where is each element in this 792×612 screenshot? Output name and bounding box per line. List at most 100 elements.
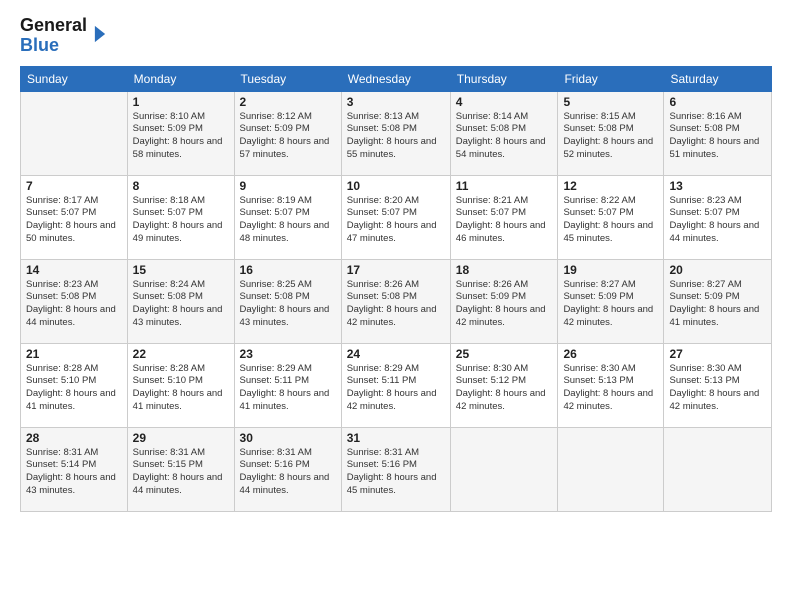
logo: General Blue — [20, 16, 111, 56]
day-number: 11 — [456, 179, 553, 193]
calendar-table: SundayMondayTuesdayWednesdayThursdayFrid… — [20, 66, 772, 512]
day-info: Sunrise: 8:28 AMSunset: 5:10 PMDaylight:… — [133, 363, 229, 414]
day-info: Sunrise: 8:30 AMSunset: 5:12 PMDaylight:… — [456, 363, 553, 414]
day-info: Sunrise: 8:30 AMSunset: 5:13 PMDaylight:… — [669, 363, 766, 414]
day-number: 3 — [347, 95, 445, 109]
day-info: Sunrise: 8:31 AMSunset: 5:16 PMDaylight:… — [347, 447, 445, 498]
weekday-header-saturday: Saturday — [664, 66, 772, 91]
calendar-cell: 13 Sunrise: 8:23 AMSunset: 5:07 PMDayligh… — [664, 175, 772, 259]
logo-blue: Blue — [20, 36, 87, 56]
day-number: 5 — [563, 95, 658, 109]
logo-general: General — [20, 16, 87, 36]
day-info: Sunrise: 8:12 AMSunset: 5:09 PMDaylight:… — [240, 111, 336, 162]
page-container: General Blue SundayMondayTuesdayWednesda… — [0, 0, 792, 612]
calendar-cell: 22 Sunrise: 8:28 AMSunset: 5:10 PMDayligh… — [127, 343, 234, 427]
week-row-2: 7Sunrise: 8:17 AMSunset: 5:07 PMDaylight… — [21, 175, 772, 259]
weekday-header-thursday: Thursday — [450, 66, 558, 91]
day-number: 8 — [133, 179, 229, 193]
calendar-cell: 23 Sunrise: 8:29 AMSunset: 5:11 PMDayligh… — [234, 343, 341, 427]
calendar-cell: 25 Sunrise: 8:30 AMSunset: 5:12 PMDayligh… — [450, 343, 558, 427]
calendar-cell — [558, 427, 664, 511]
calendar-cell: 17 Sunrise: 8:26 AMSunset: 5:08 PMDayligh… — [341, 259, 450, 343]
day-number: 13 — [669, 179, 766, 193]
day-number: 12 — [563, 179, 658, 193]
day-info: Sunrise: 8:16 AMSunset: 5:08 PMDaylight:… — [669, 111, 766, 162]
day-number: 18 — [456, 263, 553, 277]
day-info: Sunrise: 8:31 AMSunset: 5:15 PMDaylight:… — [133, 447, 229, 498]
week-row-3: 14Sunrise: 8:23 AMSunset: 5:08 PMDayligh… — [21, 259, 772, 343]
week-row-4: 21Sunrise: 8:28 AMSunset: 5:10 PMDayligh… — [21, 343, 772, 427]
day-number: 25 — [456, 347, 553, 361]
day-number: 2 — [240, 95, 336, 109]
weekday-header-friday: Friday — [558, 66, 664, 91]
calendar-cell: 30Sunrise: 8:31 AMSunset: 5:16 PMDayligh… — [234, 427, 341, 511]
day-info: Sunrise: 8:20 AMSunset: 5:07 PMDaylight:… — [347, 195, 445, 246]
calendar-cell: 16Sunrise: 8:25 AMSunset: 5:08 PMDayligh… — [234, 259, 341, 343]
day-info: Sunrise: 8:26 AMSunset: 5:09 PMDaylight:… — [456, 279, 553, 330]
calendar-cell: 11 Sunrise: 8:21 AMSunset: 5:07 PMDayligh… — [450, 175, 558, 259]
day-number: 27 — [669, 347, 766, 361]
header: General Blue — [20, 16, 772, 56]
day-info: Sunrise: 8:25 AMSunset: 5:08 PMDaylight:… — [240, 279, 336, 330]
day-number: 10 — [347, 179, 445, 193]
calendar-cell: 21Sunrise: 8:28 AMSunset: 5:10 PMDayligh… — [21, 343, 128, 427]
day-number: 1 — [133, 95, 229, 109]
day-number: 4 — [456, 95, 553, 109]
calendar-cell: 26 Sunrise: 8:30 AMSunset: 5:13 PMDayligh… — [558, 343, 664, 427]
logo-icon — [89, 23, 111, 45]
calendar-cell: 12 Sunrise: 8:22 AMSunset: 5:07 PMDayligh… — [558, 175, 664, 259]
calendar-cell: 2 Sunrise: 8:12 AMSunset: 5:09 PMDaylight… — [234, 91, 341, 175]
day-number: 24 — [347, 347, 445, 361]
day-number: 26 — [563, 347, 658, 361]
calendar-cell: 15 Sunrise: 8:24 AMSunset: 5:08 PMDayligh… — [127, 259, 234, 343]
weekday-header-wednesday: Wednesday — [341, 66, 450, 91]
day-info: Sunrise: 8:28 AMSunset: 5:10 PMDaylight:… — [26, 363, 122, 414]
calendar-cell: 29 Sunrise: 8:31 AMSunset: 5:15 PMDayligh… — [127, 427, 234, 511]
weekday-header-monday: Monday — [127, 66, 234, 91]
day-info: Sunrise: 8:17 AMSunset: 5:07 PMDaylight:… — [26, 195, 122, 246]
week-row-5: 28Sunrise: 8:31 AMSunset: 5:14 PMDayligh… — [21, 427, 772, 511]
calendar-cell: 28Sunrise: 8:31 AMSunset: 5:14 PMDayligh… — [21, 427, 128, 511]
day-number: 29 — [133, 431, 229, 445]
calendar-cell — [21, 91, 128, 175]
calendar-cell: 3Sunrise: 8:13 AMSunset: 5:08 PMDaylight… — [341, 91, 450, 175]
day-number: 15 — [133, 263, 229, 277]
day-number: 22 — [133, 347, 229, 361]
day-info: Sunrise: 8:15 AMSunset: 5:08 PMDaylight:… — [563, 111, 658, 162]
day-info: Sunrise: 8:23 AMSunset: 5:07 PMDaylight:… — [669, 195, 766, 246]
calendar-cell: 14Sunrise: 8:23 AMSunset: 5:08 PMDayligh… — [21, 259, 128, 343]
day-info: Sunrise: 8:23 AMSunset: 5:08 PMDaylight:… — [26, 279, 122, 330]
day-info: Sunrise: 8:27 AMSunset: 5:09 PMDaylight:… — [563, 279, 658, 330]
day-info: Sunrise: 8:30 AMSunset: 5:13 PMDaylight:… — [563, 363, 658, 414]
day-info: Sunrise: 8:26 AMSunset: 5:08 PMDaylight:… — [347, 279, 445, 330]
calendar-cell: 18 Sunrise: 8:26 AMSunset: 5:09 PMDayligh… — [450, 259, 558, 343]
day-number: 31 — [347, 431, 445, 445]
calendar-cell: 8 Sunrise: 8:18 AMSunset: 5:07 PMDaylight… — [127, 175, 234, 259]
day-info: Sunrise: 8:10 AMSunset: 5:09 PMDaylight:… — [133, 111, 229, 162]
calendar-cell: 4Sunrise: 8:14 AMSunset: 5:08 PMDaylight… — [450, 91, 558, 175]
day-info: Sunrise: 8:29 AMSunset: 5:11 PMDaylight:… — [240, 363, 336, 414]
day-number: 19 — [563, 263, 658, 277]
day-info: Sunrise: 8:21 AMSunset: 5:07 PMDaylight:… — [456, 195, 553, 246]
calendar-cell: 27 Sunrise: 8:30 AMSunset: 5:13 PMDayligh… — [664, 343, 772, 427]
day-number: 23 — [240, 347, 336, 361]
calendar-cell: 5 Sunrise: 8:15 AMSunset: 5:08 PMDaylight… — [558, 91, 664, 175]
day-info: Sunrise: 8:22 AMSunset: 5:07 PMDaylight:… — [563, 195, 658, 246]
calendar-cell — [664, 427, 772, 511]
day-info: Sunrise: 8:24 AMSunset: 5:08 PMDaylight:… — [133, 279, 229, 330]
day-number: 17 — [347, 263, 445, 277]
weekday-header-sunday: Sunday — [21, 66, 128, 91]
day-info: Sunrise: 8:31 AMSunset: 5:16 PMDaylight:… — [240, 447, 336, 498]
day-info: Sunrise: 8:29 AMSunset: 5:11 PMDaylight:… — [347, 363, 445, 414]
calendar-cell: 31 Sunrise: 8:31 AMSunset: 5:16 PMDayligh… — [341, 427, 450, 511]
calendar-cell: 6 Sunrise: 8:16 AMSunset: 5:08 PMDaylight… — [664, 91, 772, 175]
weekday-header-tuesday: Tuesday — [234, 66, 341, 91]
day-info: Sunrise: 8:31 AMSunset: 5:14 PMDaylight:… — [26, 447, 122, 498]
day-number: 6 — [669, 95, 766, 109]
calendar-cell: 9Sunrise: 8:19 AMSunset: 5:07 PMDaylight… — [234, 175, 341, 259]
calendar-cell: 10 Sunrise: 8:20 AMSunset: 5:07 PMDayligh… — [341, 175, 450, 259]
day-info: Sunrise: 8:18 AMSunset: 5:07 PMDaylight:… — [133, 195, 229, 246]
week-row-1: 1 Sunrise: 8:10 AMSunset: 5:09 PMDaylight… — [21, 91, 772, 175]
weekday-header-row: SundayMondayTuesdayWednesdayThursdayFrid… — [21, 66, 772, 91]
day-number: 20 — [669, 263, 766, 277]
